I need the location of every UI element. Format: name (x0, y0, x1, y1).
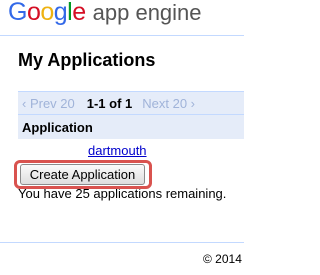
page-title: My Applications (18, 50, 156, 70)
logo-letter-1: o (26, 0, 41, 26)
prev-page-link[interactable]: ‹ Prev 20 (22, 96, 75, 111)
pagination-bar: ‹ Prev 20 1-1 of 1 Next 20 › (18, 91, 244, 115)
product-name: app engine (92, 0, 202, 25)
logo-letter-5: e (72, 0, 86, 26)
app-engine-logo[interactable]: Google app engine (8, 0, 202, 28)
header-divider (0, 35, 244, 36)
logo-letter-2: o (40, 0, 54, 26)
page-range: 1-1 of 1 (86, 95, 133, 111)
app-link-dartmouth[interactable]: dartmouth (88, 143, 147, 158)
google-wordmark: Google (8, 0, 86, 27)
table-header: Application (18, 115, 244, 139)
footer-divider (0, 242, 244, 243)
create-application-button[interactable]: Create Application (20, 164, 145, 185)
logo-letter-3: g (53, 0, 68, 26)
column-header-application: Application (22, 119, 93, 135)
next-page-link[interactable]: Next 20 › (142, 96, 195, 111)
table-row: dartmouth (18, 140, 244, 161)
logo-letter-0: G (8, 0, 27, 26)
copyright: © 2014 (203, 252, 242, 266)
